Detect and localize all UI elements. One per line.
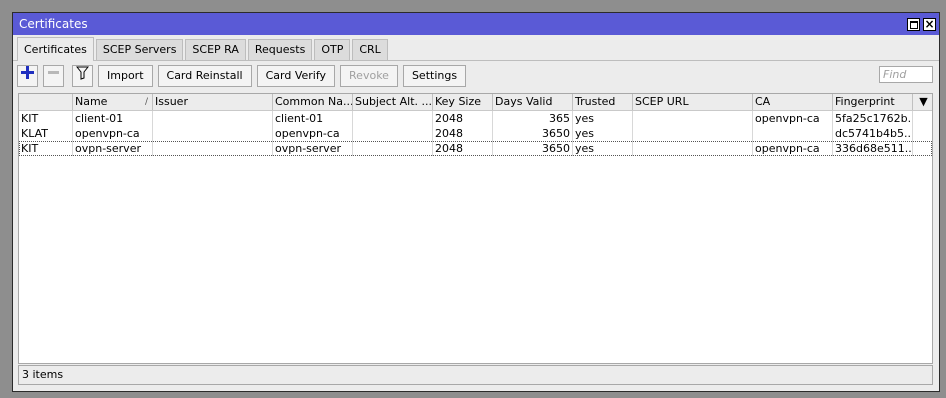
close-icon[interactable]: ×	[923, 17, 936, 31]
column-header-issuer[interactable]: Issuer	[153, 94, 273, 110]
add-button[interactable]	[17, 65, 38, 87]
tab-otp[interactable]: OTP	[314, 39, 351, 60]
card-reinstall-button[interactable]: Card Reinstall	[157, 65, 252, 87]
row-name: ovpn-server	[73, 141, 153, 156]
row-fingerprint: 336d68e511...	[835, 141, 913, 156]
tab-certificates[interactable]: Certificates	[17, 37, 94, 61]
row-ca: openvpn-ca	[753, 141, 833, 156]
status-bar: 3 items	[18, 365, 933, 385]
import-button[interactable]: Import	[98, 65, 153, 87]
row-issuer	[153, 126, 273, 141]
row-issuer	[153, 111, 273, 126]
row-scep-url	[633, 126, 753, 141]
column-header-common-name[interactable]: Common Na...	[273, 94, 353, 110]
filter-icon	[75, 66, 90, 80]
card-verify-button[interactable]: Card Verify	[256, 65, 336, 87]
remove-button[interactable]	[43, 65, 64, 87]
column-header-name-label: Name	[75, 95, 108, 108]
row-ca: openvpn-ca	[753, 111, 833, 126]
tab-crl[interactable]: CRL	[352, 39, 388, 60]
column-header-trusted[interactable]: Trusted	[573, 94, 633, 110]
certificates-window: Certificates × Certificates SCEP Servers…	[12, 12, 940, 392]
row-subject-alt	[353, 111, 433, 126]
row-common-name: openvpn-ca	[273, 126, 353, 141]
find-input[interactable]: Find	[879, 66, 933, 83]
row-subject-alt	[353, 126, 433, 141]
chevron-down-icon: ▼	[919, 95, 928, 108]
title-bar[interactable]: Certificates ×	[13, 13, 939, 35]
plus-icon	[21, 66, 34, 79]
row-days-valid: 3650	[493, 141, 573, 156]
window-title: Certificates	[19, 17, 88, 31]
column-header-key-size[interactable]: Key Size	[433, 94, 493, 110]
row-ca	[753, 126, 833, 141]
column-header-scep-url[interactable]: SCEP URL	[633, 94, 753, 110]
sort-icon: ∕	[144, 97, 148, 107]
row-trusted: yes	[573, 126, 633, 141]
row-flags: KIT	[19, 111, 73, 126]
toolbar: Import Card Reinstall Card Verify Revoke…	[13, 61, 939, 91]
filter-button[interactable]	[72, 65, 93, 87]
minus-icon	[48, 71, 59, 74]
column-header-name[interactable]: Name ∕	[73, 94, 153, 110]
row-fingerprint: 5fa25c1762b...	[835, 111, 913, 126]
row-fingerprint: dc5741b4b5...	[835, 126, 913, 141]
row-common-name: client-01	[273, 111, 353, 126]
row-key-size: 2048	[433, 126, 493, 141]
row-trusted: yes	[573, 111, 633, 126]
row-flags: KLAT	[19, 126, 73, 141]
row-scep-url	[633, 111, 753, 126]
row-name: openvpn-ca	[73, 126, 153, 141]
row-key-size: 2048	[433, 111, 493, 126]
column-header-subject-alt[interactable]: Subject Alt. ...	[353, 94, 433, 110]
item-count: 3 items	[22, 368, 64, 381]
settings-button[interactable]: Settings	[402, 65, 467, 87]
tab-bar: Certificates SCEP Servers SCEP RA Reques…	[13, 35, 939, 61]
row-days-valid: 3650	[493, 126, 573, 141]
column-header-flags[interactable]	[19, 94, 73, 110]
row-common-name: ovpn-server	[273, 141, 353, 156]
row-days-valid: 365	[493, 111, 573, 126]
tab-scep-servers[interactable]: SCEP Servers	[95, 39, 184, 60]
column-header-ca[interactable]: CA	[753, 94, 833, 110]
row-key-size: 2048	[433, 141, 493, 156]
column-chooser-button[interactable]: ▼	[913, 94, 932, 110]
column-header-fingerprint[interactable]: Fingerprint	[833, 94, 913, 110]
row-subject-alt	[353, 141, 433, 156]
row-issuer	[153, 141, 273, 156]
certificates-table: Name ∕ Issuer Common Na... Subject Alt. .…	[18, 93, 933, 364]
column-header-days-valid[interactable]: Days Valid	[493, 94, 573, 110]
table-row[interactable]: KLAT openvpn-ca openvpn-ca 2048 3650 yes…	[19, 126, 932, 141]
maximize-icon[interactable]	[907, 17, 920, 31]
tab-requests[interactable]: Requests	[247, 39, 313, 60]
table-row[interactable]: KIT ovpn-server ovpn-server 2048 3650 ye…	[19, 141, 932, 156]
revoke-button[interactable]: Revoke	[340, 65, 398, 87]
table-header: Name ∕ Issuer Common Na... Subject Alt. .…	[19, 94, 932, 111]
table-row[interactable]: KIT client-01 client-01 2048 365 yes ope…	[19, 111, 932, 126]
row-flags: KIT	[19, 141, 73, 156]
row-name: client-01	[73, 111, 153, 126]
tab-scep-ra[interactable]: SCEP RA	[185, 39, 246, 60]
row-trusted: yes	[573, 141, 633, 156]
row-scep-url	[633, 141, 753, 156]
